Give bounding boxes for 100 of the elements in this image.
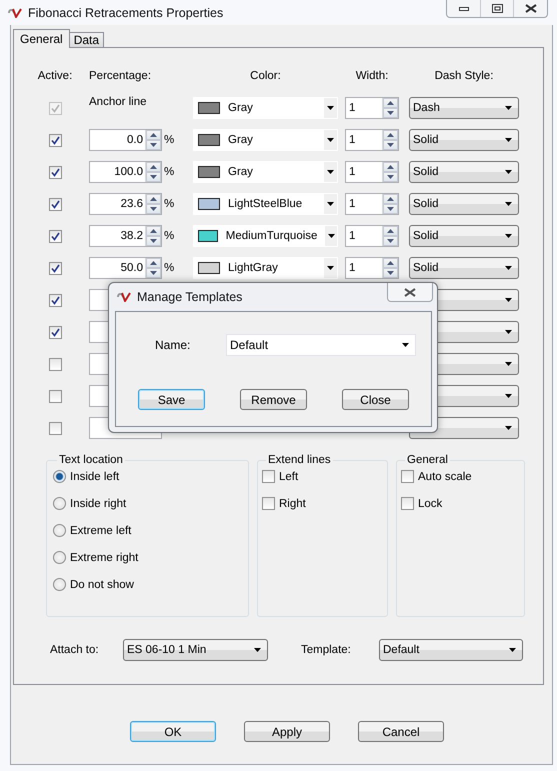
name-dropdown[interactable]: Default	[226, 334, 416, 356]
caret-icon	[505, 330, 512, 334]
dash-style-dropdown[interactable]: Solid	[409, 225, 519, 247]
checkbox-option[interactable]: Right	[262, 497, 387, 510]
checkbox[interactable]	[48, 262, 62, 274]
color-dropdown[interactable]: Gray	[193, 161, 338, 183]
checkbox[interactable]	[48, 326, 62, 338]
width-field[interactable]: 1	[345, 257, 399, 279]
spinner[interactable]	[382, 98, 398, 118]
dialog-title: Manage Templates	[137, 290, 242, 304]
spinner[interactable]	[382, 194, 398, 214]
checkbox[interactable]	[48, 230, 62, 242]
check-icon	[50, 264, 60, 272]
caret-icon	[327, 138, 334, 142]
up-arrow-icon	[387, 101, 394, 105]
spinner[interactable]	[382, 258, 398, 278]
caret-icon	[327, 106, 334, 110]
spinner[interactable]	[145, 258, 161, 278]
up-arrow-icon	[387, 133, 394, 137]
percentage-field[interactable]: 23.6	[89, 193, 162, 215]
checkbox[interactable]	[262, 497, 275, 510]
caret-icon	[402, 343, 409, 347]
color-dropdown[interactable]: LightSteelBlue	[193, 193, 338, 215]
dash-style-dropdown[interactable]: Solid	[409, 193, 519, 215]
check-icon	[50, 168, 60, 176]
caret-icon	[505, 202, 512, 206]
width-field[interactable]: 1	[345, 193, 399, 215]
column-header: Percentage:	[89, 70, 152, 84]
logo-icon	[117, 292, 131, 302]
close-button[interactable]	[387, 283, 433, 302]
width-field[interactable]: 1	[345, 225, 399, 247]
dialog-button[interactable]: Save	[138, 389, 205, 410]
checkbox[interactable]	[48, 134, 62, 146]
dash-style-dropdown[interactable]: Solid	[409, 129, 519, 151]
checkbox[interactable]	[401, 497, 414, 510]
down-arrow-icon	[150, 207, 157, 211]
color-dropdown[interactable]: MediumTurquoise	[193, 225, 338, 247]
percentage-field[interactable]: 38.2	[89, 225, 162, 247]
radio-option[interactable]: Inside left	[53, 470, 248, 483]
spinner[interactable]	[145, 194, 161, 214]
anchor-line-label: Anchor line	[89, 96, 148, 108]
dash-style-dropdown[interactable]: Solid	[409, 257, 519, 279]
column-header: Active:	[38, 70, 72, 84]
caret-icon	[505, 234, 512, 238]
dialog-button[interactable]: Close	[342, 389, 409, 410]
checkbox[interactable]	[48, 166, 62, 178]
checkbox[interactable]	[48, 198, 62, 210]
radio-option[interactable]: Extreme right	[53, 551, 248, 564]
spinner[interactable]	[145, 226, 161, 246]
caret-icon	[327, 202, 334, 206]
checkbox[interactable]	[48, 422, 62, 434]
up-arrow-icon	[150, 133, 157, 137]
checkbox-option[interactable]: Lock	[401, 497, 524, 510]
close-icon	[404, 288, 416, 296]
percentage-field[interactable]: 0.0	[89, 129, 162, 151]
color-dropdown[interactable]: Gray	[193, 129, 338, 151]
percentage-field[interactable]: 50.0	[89, 257, 162, 279]
spinner[interactable]	[382, 162, 398, 182]
restore-icon	[492, 4, 502, 13]
checkbox[interactable]	[262, 470, 275, 483]
caret-icon	[505, 394, 512, 398]
percentage-field[interactable]: 100.0	[89, 161, 162, 183]
down-arrow-icon	[150, 239, 157, 243]
checkbox[interactable]	[401, 470, 414, 483]
caret-icon	[254, 648, 261, 652]
dialog-button[interactable]: OK	[130, 721, 216, 742]
percent-sign: %	[163, 166, 176, 178]
dialog-button[interactable]: Apply	[244, 721, 330, 742]
dialog-button[interactable]: Cancel	[358, 721, 444, 742]
up-arrow-icon	[150, 229, 157, 233]
template-label: Template:	[301, 644, 352, 656]
checkbox[interactable]	[48, 358, 62, 370]
dialog-button[interactable]: Remove	[240, 389, 307, 410]
width-field[interactable]: 1	[345, 161, 399, 183]
down-arrow-icon	[387, 175, 394, 179]
color-dropdown[interactable]: LightGray	[193, 257, 338, 279]
caret-icon	[327, 266, 334, 270]
checkbox-option[interactable]: Auto scale	[401, 470, 524, 483]
spinner[interactable]	[145, 130, 161, 150]
template-dropdown[interactable]: Default	[379, 639, 523, 661]
checkbox-option[interactable]: Left	[262, 470, 387, 483]
checkbox[interactable]	[48, 390, 62, 402]
caret-icon	[327, 170, 334, 174]
attach-dropdown[interactable]: ES 06-10 1 Min	[123, 639, 268, 661]
close-icon	[524, 4, 536, 13]
tab[interactable]: Data	[68, 32, 104, 48]
spinner[interactable]	[145, 162, 161, 182]
column-header: Color:	[250, 70, 281, 84]
dash-style-dropdown[interactable]: Solid	[409, 161, 519, 183]
radio-option[interactable]: Inside right	[53, 497, 248, 510]
check-icon	[50, 232, 60, 240]
tab[interactable]: General	[13, 29, 70, 48]
spinner[interactable]	[382, 226, 398, 246]
width-field[interactable]: 1	[345, 129, 399, 151]
caret-icon	[328, 234, 335, 238]
radio-option[interactable]: Do not show	[53, 578, 248, 591]
name-label: Name:	[155, 338, 192, 352]
checkbox[interactable]	[48, 294, 62, 306]
radio-option[interactable]: Extreme left	[53, 524, 248, 537]
spinner[interactable]	[382, 130, 398, 150]
